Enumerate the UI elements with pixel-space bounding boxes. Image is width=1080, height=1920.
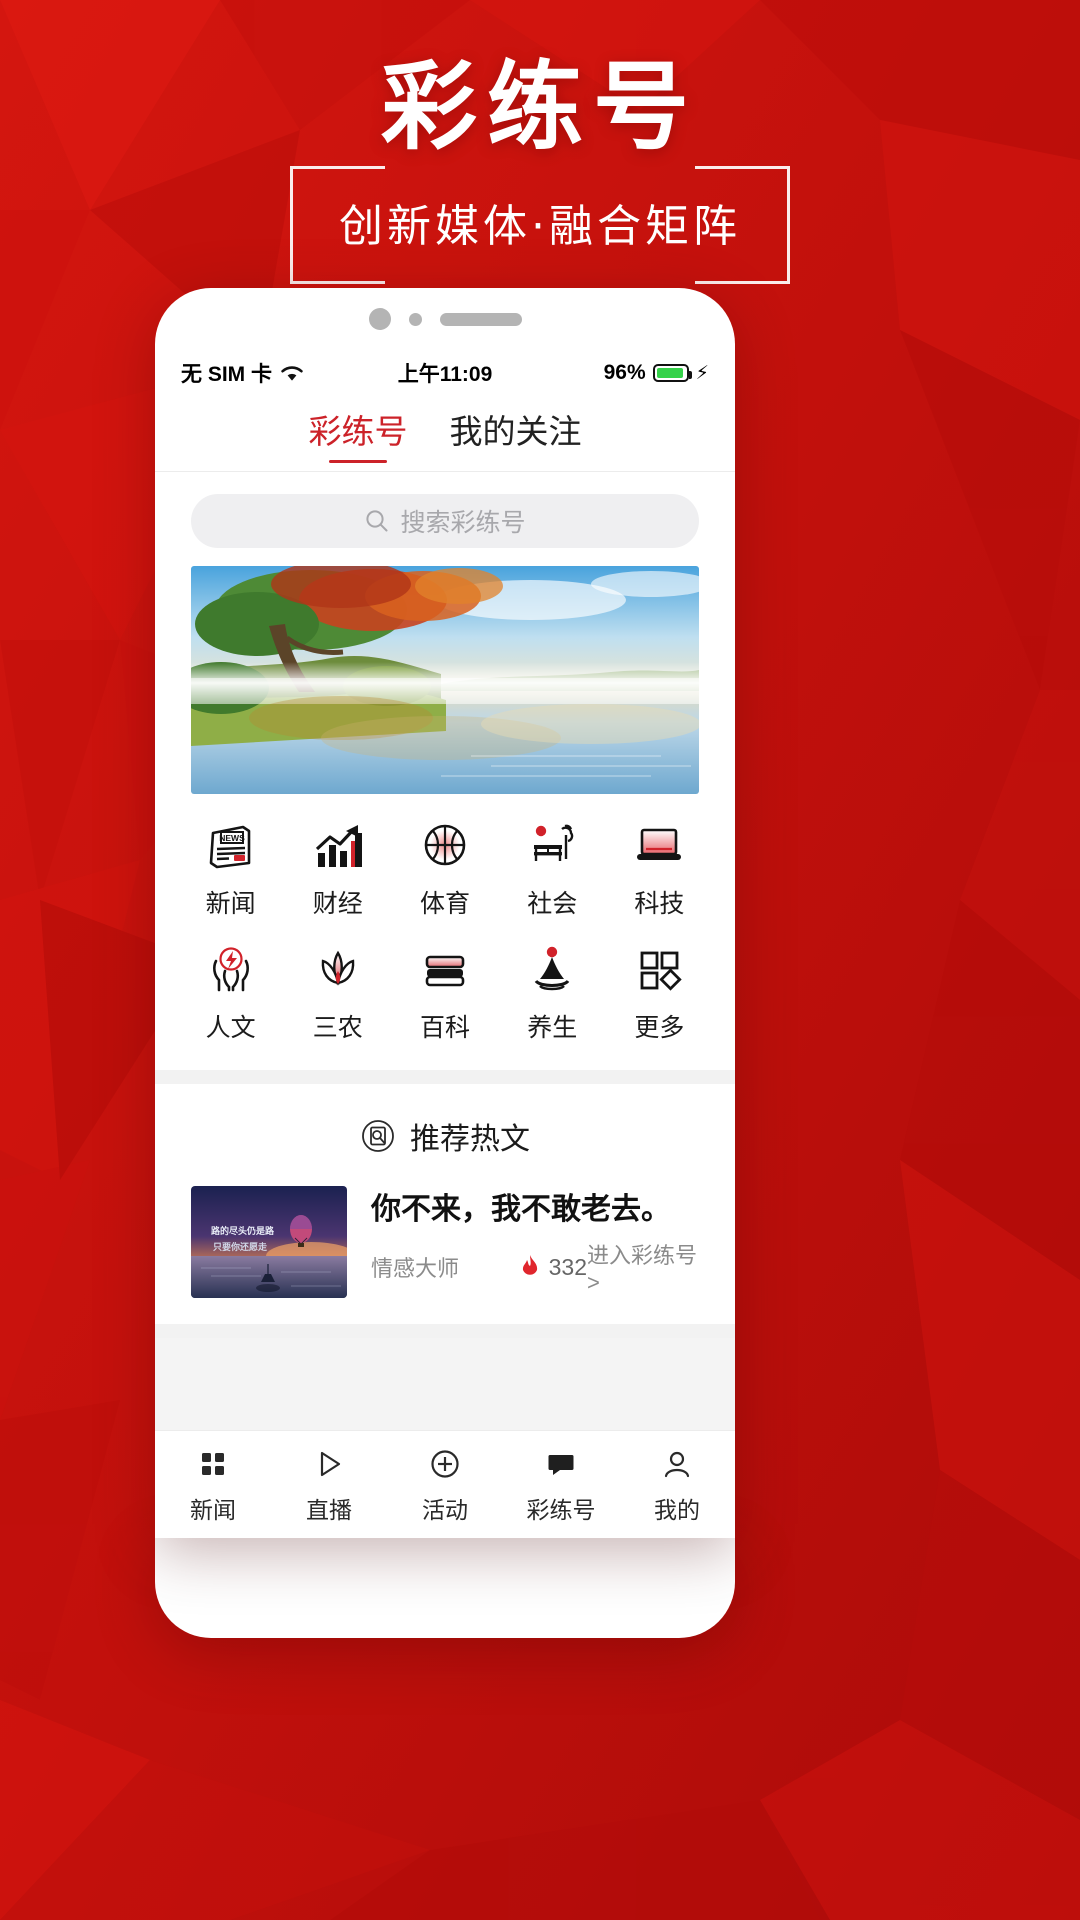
section-divider	[155, 1070, 735, 1084]
category-humanity[interactable]: 人文	[177, 940, 284, 1044]
category-humanity-label: 人文	[205, 1014, 256, 1042]
nav-activity[interactable]: 活动	[387, 1445, 503, 1525]
search-input[interactable]: 搜索彩练号	[191, 494, 699, 548]
phone-mockup: 无 SIM 卡 上午11:09 96% ⚡ 彩练号 我的关注 搜索彩练号 NEW…	[155, 288, 735, 1538]
chat-bubble-icon	[545, 1445, 577, 1483]
phone-bottom-cap	[155, 1538, 735, 1638]
bar-chart-arrow-icon	[307, 816, 369, 874]
category-grid: NEWS 新闻 财经 体育 社会 科技 人文 三农 百科 养生 更多	[155, 794, 735, 1070]
tab-cailianhao-label: 彩练号	[308, 412, 408, 450]
status-bar: 无 SIM 卡 上午11:09 96% ⚡	[155, 350, 735, 396]
category-encyclopedia[interactable]: 百科	[391, 940, 498, 1044]
article-meta: 情感大师 332 进入彩练号 >	[371, 1238, 699, 1298]
banner-carousel[interactable]	[155, 566, 735, 794]
article-hot-count: 332	[548, 1253, 587, 1280]
nav-mine[interactable]: 我的	[619, 1445, 735, 1525]
article-body: 你不来，我不敢老去。 情感大师 332 进入彩练号 >	[371, 1186, 699, 1298]
nav-live-label: 直播	[306, 1496, 352, 1523]
charging-bolt-icon: ⚡	[695, 362, 709, 384]
bench-tree-icon	[521, 816, 583, 874]
article-author: 情感大师	[371, 1256, 460, 1281]
category-news[interactable]: NEWS 新闻	[177, 816, 284, 920]
category-tech-label: 科技	[634, 890, 685, 918]
plus-circle-icon	[429, 1445, 461, 1483]
flame-icon	[522, 1255, 537, 1275]
status-bar-left: 无 SIM 卡	[181, 358, 398, 388]
laptop-icon	[628, 816, 690, 874]
article-enter-link[interactable]: 进入彩练号 >	[587, 1238, 699, 1296]
camera-icon	[368, 308, 391, 330]
status-bar-time: 上午11:09	[397, 363, 493, 386]
hands-holding-icon	[200, 940, 262, 998]
category-sports[interactable]: 体育	[391, 816, 498, 920]
poster-title: 彩练号	[381, 51, 699, 163]
category-agriculture-label: 三农	[312, 1014, 363, 1042]
category-news-label: 新闻	[205, 890, 256, 918]
category-tech[interactable]: 科技	[606, 816, 713, 920]
battery-percent-label: 96%	[603, 361, 646, 384]
grid-icon	[197, 1445, 229, 1483]
category-health[interactable]: 养生	[499, 940, 606, 1044]
tab-my-follow[interactable]: 我的关注	[450, 405, 582, 463]
basketball-icon	[414, 816, 476, 874]
article-thumbnail: 路的尽头仍是路 只要你还愿走	[191, 1186, 347, 1298]
bottom-tab-bar: 新闻 直播 活动 彩练号 我的	[155, 1430, 735, 1538]
play-icon	[313, 1445, 345, 1483]
more-squares-icon	[628, 940, 690, 998]
nav-cailianhao[interactable]: 彩练号	[503, 1445, 619, 1525]
search-placeholder: 搜索彩练号	[400, 509, 526, 537]
newspaper-icon: NEWS	[200, 816, 262, 874]
tab-cailianhao[interactable]: 彩练号	[309, 405, 408, 463]
section-divider-bottom	[155, 1324, 735, 1338]
books-icon	[414, 940, 476, 998]
category-finance[interactable]: 财经	[284, 816, 391, 920]
nav-live[interactable]: 直播	[271, 1445, 387, 1525]
category-more-label: 更多	[634, 1014, 685, 1042]
recommend-header: 推荐热文	[155, 1084, 735, 1180]
category-society[interactable]: 社会	[499, 816, 606, 920]
carrier-label: 无 SIM 卡	[181, 363, 273, 386]
category-encyclopedia-label: 百科	[419, 1014, 470, 1042]
nav-mine-label: 我的	[654, 1496, 700, 1523]
poster-subtitle: 创新媒体·融合矩阵	[339, 200, 741, 252]
top-tab-bar: 彩练号 我的关注	[155, 396, 735, 472]
speaker-grill	[439, 312, 522, 326]
nav-news-label: 新闻	[190, 1496, 236, 1523]
sensor-icon	[408, 312, 422, 326]
category-agriculture[interactable]: 三农	[284, 940, 391, 1044]
category-society-label: 社会	[527, 890, 578, 918]
poster-header: 彩练号 创新媒体·融合矩阵	[0, 0, 1080, 290]
wifi-icon	[281, 366, 303, 381]
person-icon	[661, 1445, 693, 1483]
search-icon	[366, 510, 388, 532]
recommend-title: 推荐热文	[410, 1123, 530, 1156]
nav-activity-label: 活动	[422, 1496, 468, 1523]
category-sports-label: 体育	[419, 890, 470, 918]
poster-frame: 创新媒体·融合矩阵	[290, 165, 790, 284]
category-more[interactable]: 更多	[606, 940, 713, 1044]
battery-icon	[652, 364, 692, 382]
content-scroll-area[interactable]: 搜索彩练号 NEWS 新闻 财经 体育 社会 科技 人文 三农 百科 养生 更多…	[155, 472, 735, 1430]
document-search-icon	[362, 1120, 394, 1152]
svg-text:只要你还愿走: 只要你还愿走	[213, 1241, 267, 1253]
nav-news[interactable]: 新闻	[155, 1445, 271, 1525]
svg-text:路的尽头仍是路: 路的尽头仍是路	[211, 1225, 275, 1237]
lotus-icon	[307, 940, 369, 998]
search-section: 搜索彩练号	[155, 472, 735, 566]
phone-notch	[155, 288, 735, 350]
nav-cailianhao-label: 彩练号	[526, 1496, 596, 1523]
category-finance-label: 财经	[312, 890, 363, 918]
svg-text:NEWS: NEWS	[219, 833, 245, 843]
water-drop-icon	[521, 940, 583, 998]
article-card[interactable]: 路的尽头仍是路 只要你还愿走 你不来，我不敢老去。 情感大师 332 进入彩练号…	[155, 1180, 735, 1324]
category-health-label: 养生	[527, 1014, 578, 1042]
tab-my-follow-label: 我的关注	[449, 412, 582, 450]
article-hot: 332	[519, 1254, 587, 1281]
article-title: 你不来，我不敢老去。	[371, 1193, 671, 1226]
status-bar-right: 96% ⚡	[492, 361, 709, 385]
banner-image	[191, 566, 699, 794]
